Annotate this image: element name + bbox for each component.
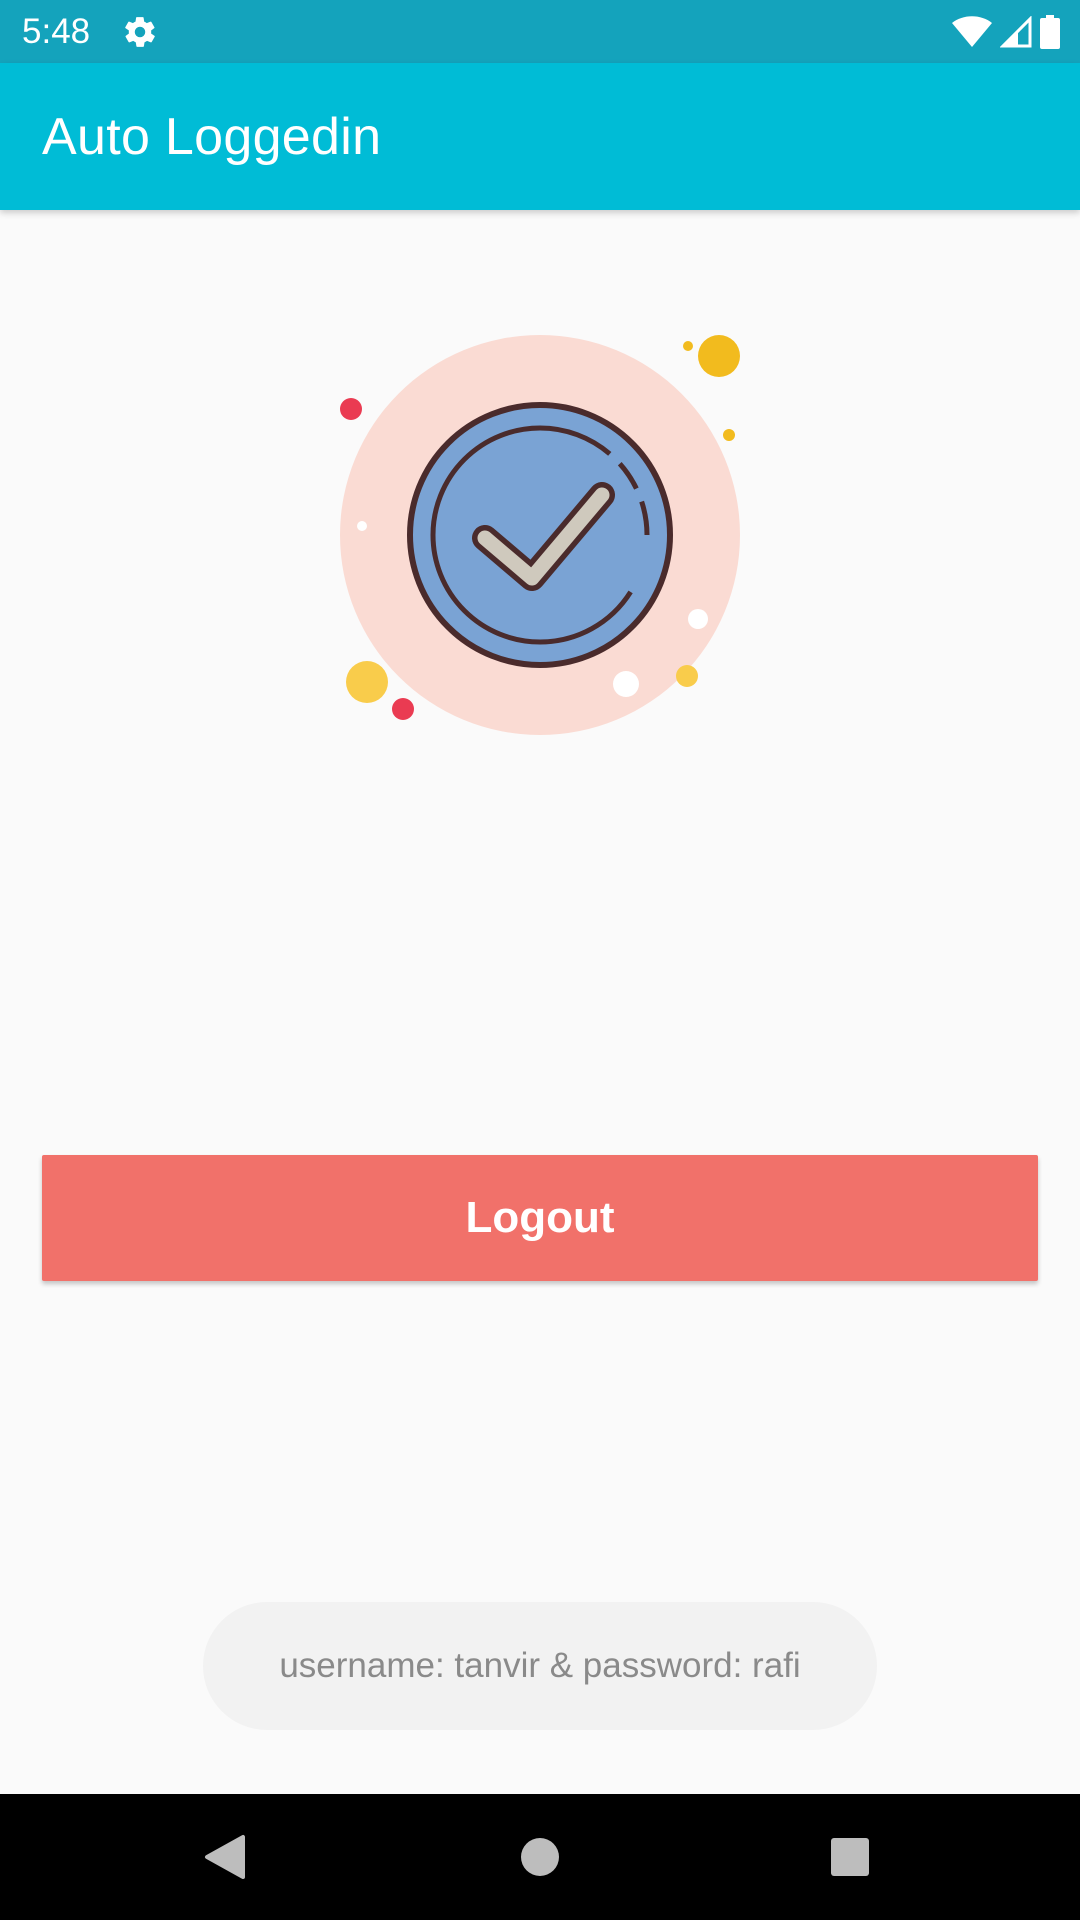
status-icons [952,14,1060,50]
screen: 5:48 Auto Loggedin Logout username: tanv… [0,0,1080,1920]
wifi-icon [952,16,992,47]
check-badge-icon [340,335,740,735]
battery-icon [1040,15,1060,49]
status-bar: 5:48 [0,0,1080,63]
app-bar: Auto Loggedin [0,63,1080,210]
app-title: Auto Loggedin [42,108,382,166]
toast-message: username: tanvir & password: rafi [203,1602,877,1730]
recents-icon [831,1838,869,1876]
home-icon [521,1838,559,1876]
back-icon [205,1835,245,1879]
settings-gear-icon [125,17,155,47]
toast-text: username: tanvir & password: rafi [279,1646,801,1685]
home-button[interactable] [477,1794,603,1920]
back-button[interactable] [162,1794,288,1920]
cell-signal-icon [1000,16,1032,48]
navigation-bar [0,1794,1080,1920]
status-time: 5:48 [22,12,91,51]
logout-button[interactable]: Logout [42,1155,1038,1281]
recents-button[interactable] [787,1794,913,1920]
